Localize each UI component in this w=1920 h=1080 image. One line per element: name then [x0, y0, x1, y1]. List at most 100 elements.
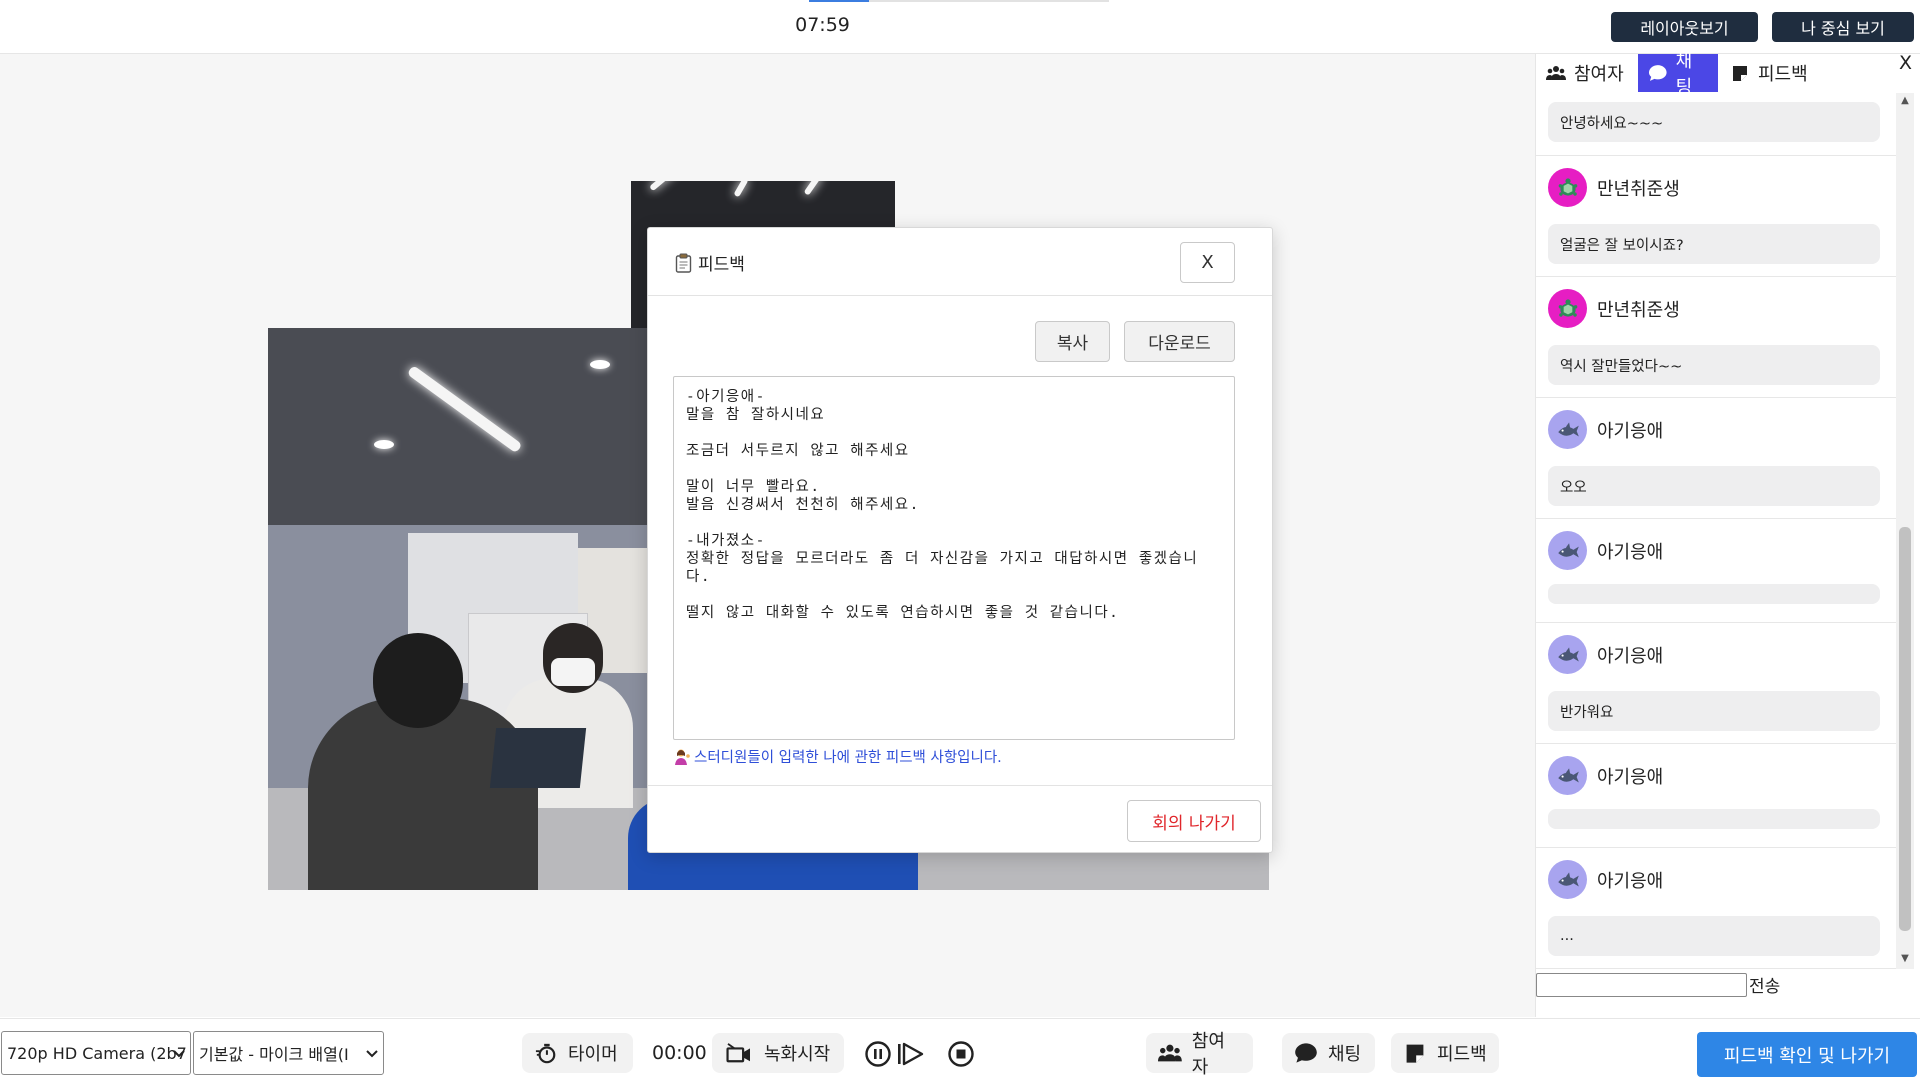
person-head	[373, 633, 463, 728]
scroll-up-arrow[interactable]: ▲	[1899, 95, 1911, 107]
tab-participants[interactable]: 참여자	[1536, 54, 1636, 92]
fish-icon	[1557, 767, 1579, 782]
resume-icon[interactable]	[896, 1039, 926, 1069]
chat-message-header: 만년취준생	[1548, 168, 1680, 207]
scroll-thumb[interactable]	[1899, 527, 1911, 931]
microphone-select[interactable]: 기본값 - 마이크 배열(I	[193, 1031, 384, 1075]
chat-message: 아기응애반가워요	[1536, 623, 1896, 744]
chat-message-header: 아기응애	[1548, 756, 1663, 795]
avatar	[1548, 756, 1587, 795]
tab-chat[interactable]: 채팅	[1638, 51, 1718, 98]
fish-icon	[1557, 871, 1579, 886]
chat-message-header: 아기응애	[1548, 635, 1663, 674]
video-camera-icon	[726, 1043, 750, 1063]
avatar	[1548, 635, 1587, 674]
tab-label: 피드백	[1758, 64, 1808, 85]
feedback-button[interactable]: 피드백	[1391, 1033, 1499, 1073]
modal-title-text: 피드백	[698, 255, 745, 275]
modal-close-button[interactable]: X	[1180, 242, 1235, 283]
chat-message-header: 아기응애	[1548, 860, 1663, 899]
chat-message: 만년취준생 얼굴은 잘 보이시죠?	[1536, 156, 1896, 277]
fish-icon	[1557, 542, 1579, 557]
modal-footer: 회의 나가기	[648, 785, 1272, 854]
bottom-toolbar: 720p HD Camera (2b7 기본값 - 마이크 배열(I 타이머 0…	[0, 1018, 1920, 1080]
chat-message: 아기응애	[1536, 519, 1896, 623]
feedback-label: 피드백	[1437, 1044, 1487, 1065]
chat-icon	[1648, 65, 1667, 81]
sender-name: 아기응애	[1597, 541, 1664, 563]
chat-message-header: 아기응애	[1548, 410, 1663, 449]
feedback-modal: 피드백 X 복사 다운로드 -아기응애- 말을 참 잘하시네요 조금더 서두르지…	[647, 227, 1273, 853]
sender-name: 만년취준생	[1597, 178, 1680, 200]
copy-button[interactable]: 복사	[1035, 321, 1110, 362]
camera-select[interactable]: 720p HD Camera (2b7	[1, 1031, 191, 1075]
send-button[interactable]: 전송	[1749, 972, 1780, 997]
chat-scrollbar[interactable]: ▲ ▼	[1896, 93, 1914, 969]
chat-icon	[1295, 1043, 1317, 1063]
laptop	[489, 728, 587, 788]
mic-select-value: 기본값 - 마이크 배열(I	[199, 1045, 349, 1064]
avatar	[1548, 531, 1587, 570]
turtle-icon	[1558, 177, 1577, 196]
chat-bubble	[1548, 809, 1880, 829]
clipboard-icon	[675, 253, 692, 273]
face-mask	[551, 658, 595, 686]
timer-button[interactable]: 타이머	[522, 1033, 633, 1073]
note-icon	[1406, 1044, 1424, 1063]
chat-message-header: 아기응애	[1548, 531, 1663, 570]
camera-select-value: 720p HD Camera (2b7	[7, 1043, 187, 1063]
download-button[interactable]: 다운로드	[1124, 321, 1235, 362]
chat-button[interactable]: 채팅	[1282, 1033, 1375, 1073]
timer-value: 00:00	[652, 1042, 707, 1064]
chat-bubble: ...	[1548, 916, 1880, 956]
chat-message: 아기응애...	[1536, 848, 1896, 969]
chat-bubble	[1548, 584, 1880, 604]
tab-label: 참여자	[1574, 64, 1624, 85]
person-tipping-hand-icon	[675, 749, 690, 765]
modal-header: 피드백 X	[648, 228, 1272, 296]
chat-message-list[interactable]: 안녕하세요~~~ 만년취준생 얼굴은 잘 보이시죠? 만년취준생 역시 잘만들었다~~…	[1536, 93, 1896, 969]
users-icon	[1158, 1044, 1182, 1062]
record-button[interactable]: 녹화시작	[712, 1033, 844, 1073]
timer-progress-fill	[809, 0, 869, 2]
record-label: 녹화시작	[764, 1044, 831, 1065]
avatar	[1548, 410, 1587, 449]
chat-message: 아기응애 오오	[1536, 398, 1896, 519]
feedback-textarea[interactable]: -아기응애- 말을 참 잘하시네요 조금더 서두르지 않고 해주세요 말이 너무…	[673, 376, 1235, 740]
scroll-down-arrow[interactable]: ▼	[1899, 953, 1911, 965]
modal-title: 피드백	[675, 250, 745, 275]
self-view-button[interactable]: 나 중심 보기	[1772, 12, 1914, 42]
chevron-down-icon	[366, 1050, 378, 1058]
avatar	[1548, 289, 1587, 328]
participants-label: 참여자	[1191, 1031, 1225, 1078]
sender-name: 아기응애	[1597, 766, 1664, 788]
sender-name: 아기응애	[1597, 420, 1664, 442]
chat-message-header: 만년취준생	[1548, 289, 1680, 328]
pause-icon[interactable]	[864, 1039, 894, 1069]
chat-message: 만년취준생역시 잘만들었다~~	[1536, 277, 1896, 398]
participants-button[interactable]: 참여자	[1146, 1031, 1253, 1078]
users-icon	[1546, 66, 1566, 80]
sender-name: 아기응애	[1597, 870, 1664, 892]
leave-meeting-button[interactable]: 회의 나가기	[1127, 800, 1261, 842]
note-icon	[1733, 66, 1747, 81]
tab-label: 채팅	[1675, 51, 1693, 98]
stop-icon[interactable]	[946, 1039, 976, 1069]
chat-input[interactable]	[1536, 973, 1747, 997]
chat-bubble: 안녕하세요~~~	[1548, 102, 1880, 142]
layout-view-button[interactable]: 레이아웃보기	[1611, 12, 1758, 42]
avatar	[1548, 168, 1587, 207]
tab-feedback[interactable]: 피드백	[1720, 54, 1820, 92]
chat-label: 채팅	[1328, 1044, 1362, 1065]
finish-feedback-button[interactable]: 피드백 확인 및 나가기	[1697, 1032, 1917, 1077]
timer-label: 타이머	[568, 1044, 618, 1065]
chat-bubble: 역시 잘만들었다~~	[1548, 345, 1880, 385]
chat-bubble: 반가워요	[1548, 691, 1880, 731]
feedback-note-text: 스터디원들이 입력한 나에 관한 피드백 사항입니다.	[694, 750, 1002, 766]
feedback-note: 스터디원들이 입력한 나에 관한 피드백 사항입니다.	[673, 746, 1002, 767]
ceiling-light	[590, 360, 610, 369]
fish-icon	[1557, 646, 1579, 661]
side-panel-tabs: 참여자 채팅 피드백	[1536, 51, 1920, 98]
fish-icon	[1557, 421, 1579, 436]
top-bar: 07:59 레이아웃보기 나 중심 보기	[0, 0, 1920, 54]
